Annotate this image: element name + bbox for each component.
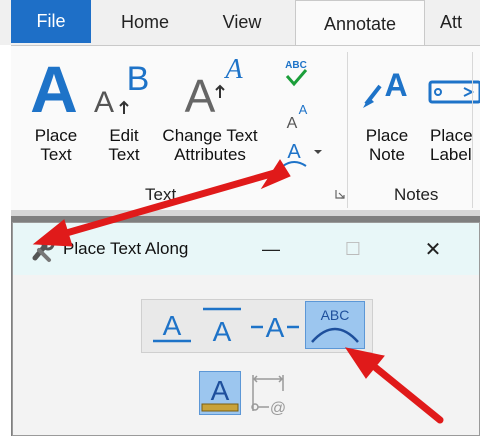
svg-text:A: A [211, 375, 230, 406]
text-along-arc-icon: ABC [311, 307, 359, 343]
place-note-label-2: Note [369, 145, 405, 164]
ribbon-group-separator [347, 52, 348, 208]
place-text-label-1: Place [34, 126, 78, 145]
text-group-label: Text [145, 185, 177, 204]
place-label-icon [428, 80, 480, 104]
close-button[interactable]: ✕ [413, 233, 453, 265]
svg-text:A: A [163, 310, 182, 341]
place-text-button[interactable]: A Place Text [26, 56, 86, 172]
tool-settings-icon [32, 237, 55, 262]
spell-check-abc: ABC [285, 60, 307, 71]
place-text-icon: A [30, 56, 78, 116]
text-size-icon: A A [287, 102, 308, 132]
tab-view[interactable]: View [205, 0, 279, 45]
text-centered-mode-button[interactable]: A [249, 303, 301, 347]
notes-group-label: Notes [394, 185, 439, 204]
dialog-title: Place Text Along [63, 239, 189, 258]
svg-text:A: A [213, 316, 232, 347]
place-text-along-dialog: Place Text Along — ☐ ✕ A A A ABC A @ [12, 222, 480, 436]
dropdown-caret-icon [314, 150, 322, 154]
spell-check-icon: ABC [285, 60, 308, 87]
svg-text:A: A [384, 67, 407, 103]
svg-text:A: A [94, 86, 114, 118]
text-above-mode-button[interactable]: A [149, 303, 195, 347]
svg-text:@: @ [270, 400, 286, 415]
svg-text:A: A [30, 56, 78, 116]
text-below-line-icon: A [203, 307, 241, 347]
place-text-label-2: Text [40, 145, 72, 164]
text-above-line-icon: A [153, 310, 191, 343]
place-text-along-icon: A [282, 141, 322, 167]
svg-text:A: A [266, 312, 285, 343]
ribbon-right-separator [472, 52, 473, 208]
text-centered-line-icon: A [251, 312, 299, 343]
ribbon-tab-strip: File Home View Annotate Att [0, 0, 480, 47]
place-text-along-button[interactable]: A [282, 136, 326, 170]
tab-attach[interactable]: Att [440, 0, 480, 45]
edit-text-icon: A B [94, 60, 150, 118]
svg-text:B: B [127, 60, 150, 98]
tab-annotate[interactable]: Annotate [295, 0, 425, 47]
change-text-attributes-label-1: Change Text [162, 126, 258, 145]
workspace-top-strip [11, 210, 480, 216]
change-text-attributes-icon: A A [185, 56, 244, 118]
place-label-button[interactable]: Place Label [420, 56, 480, 172]
place-note-button[interactable]: A Place Note [360, 56, 414, 172]
arc-abc-text: ABC [321, 307, 350, 323]
svg-text:A: A [223, 56, 243, 85]
tab-file[interactable]: File [11, 0, 91, 43]
text-style-icon: A [201, 375, 239, 412]
svg-text:A: A [287, 141, 301, 163]
text-spacing-toggle-button[interactable]: @ [245, 371, 291, 417]
edit-text-label-1: Edit [109, 126, 139, 145]
text-group-launcher-icon[interactable] [334, 188, 346, 200]
minimize-button[interactable]: — [251, 233, 291, 265]
text-below-mode-button[interactable]: A [199, 303, 245, 347]
svg-text:A: A [299, 102, 308, 117]
tab-home[interactable]: Home [105, 0, 185, 45]
place-note-label-1: Place [365, 126, 409, 145]
dialog-titlebar[interactable]: Place Text Along — ☐ ✕ [13, 223, 479, 275]
change-text-attributes-button[interactable]: A A Change Text Attributes [158, 56, 262, 172]
change-text-attributes-label-2: Attributes [174, 145, 246, 164]
interval-at-icon: @ [251, 375, 286, 417]
text-along-arc-mode-button[interactable]: ABC [305, 301, 365, 349]
svg-text:A: A [287, 115, 298, 132]
text-style-toggle-button[interactable]: A [199, 371, 241, 415]
edit-text-label-2: Text [108, 145, 140, 164]
svg-text:A: A [185, 70, 216, 118]
edit-text-button[interactable]: A B Edit Text [92, 56, 156, 172]
spell-check-button[interactable]: ABC [282, 58, 310, 90]
place-note-icon: A [363, 67, 408, 108]
maximize-button[interactable]: ☐ [333, 233, 373, 265]
text-size-button[interactable]: A A [282, 98, 310, 132]
